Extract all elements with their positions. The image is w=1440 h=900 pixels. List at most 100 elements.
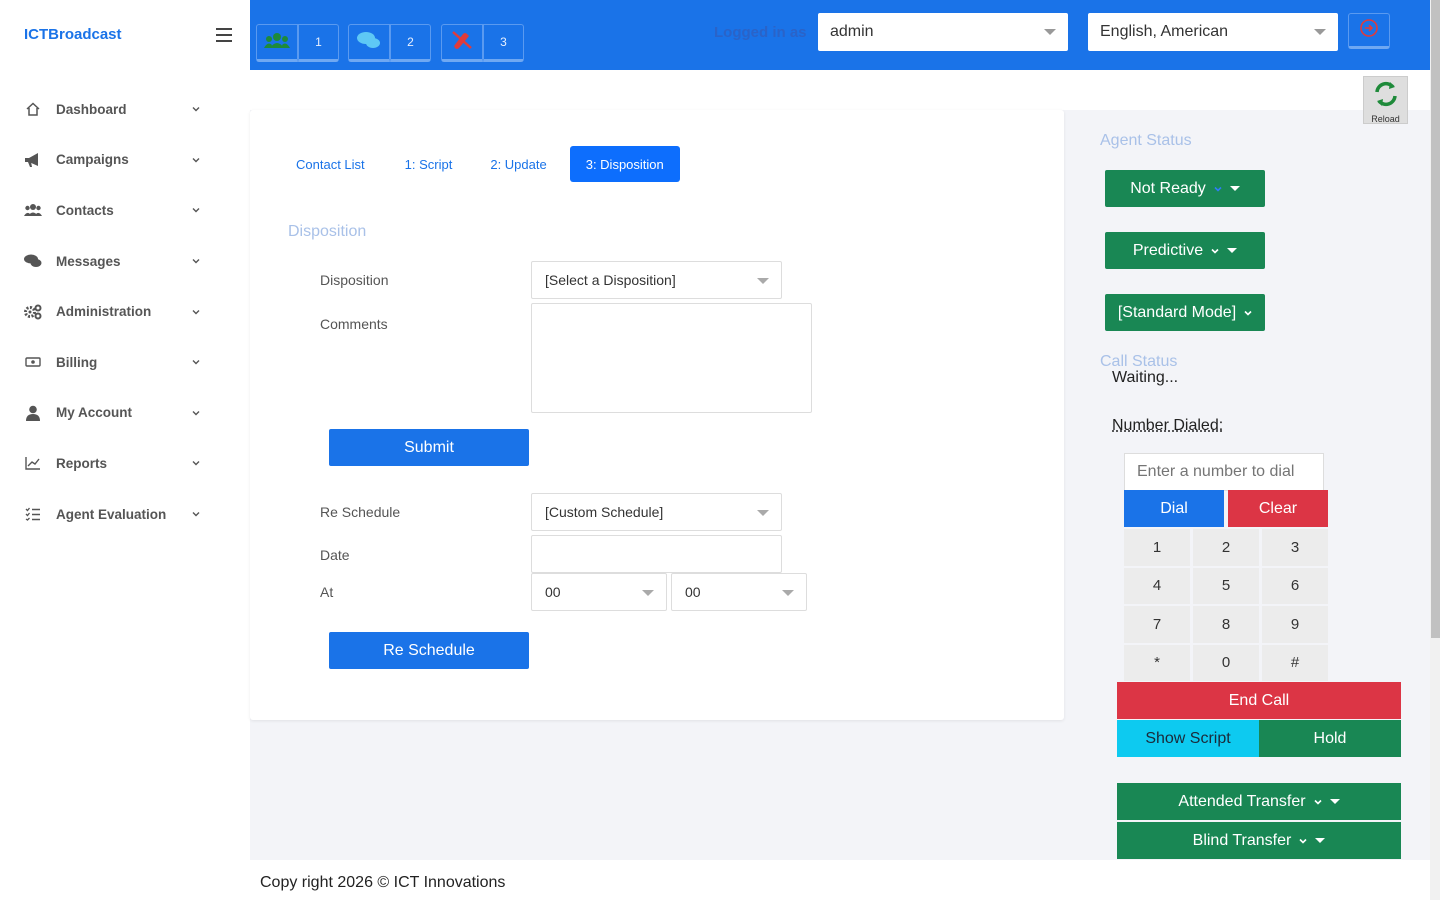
keypad-key-star[interactable]: *: [1124, 644, 1190, 681]
reschedule-select[interactable]: [Custom Schedule]: [531, 493, 782, 531]
agents-count[interactable]: 1: [298, 24, 339, 62]
mode-label: [Standard Mode]: [1117, 303, 1237, 321]
reschedule-button[interactable]: Re Schedule: [329, 632, 529, 669]
caret-down-icon: [1044, 29, 1056, 35]
menu-toggle-icon[interactable]: [216, 28, 232, 42]
section-title: Disposition: [288, 223, 367, 240]
logged-in-label: Logged in as: [714, 24, 807, 41]
user-icon: [24, 404, 42, 422]
chevron-down-icon: [192, 259, 200, 264]
sidebar-item-label: My Account: [56, 405, 133, 421]
sidebar-item-label: Dashboard: [56, 101, 127, 117]
messages-button[interactable]: [348, 24, 390, 62]
logout-button[interactable]: [1348, 13, 1390, 49]
blind-transfer-label: Blind Transfer: [1192, 831, 1292, 849]
agents-counter-group[interactable]: 1: [256, 24, 339, 62]
language-select[interactable]: English, American: [1088, 13, 1338, 51]
calls-counter-group[interactable]: 3: [441, 24, 524, 62]
sign-out-icon: [1359, 18, 1379, 43]
brand-logo[interactable]: ICTBroadcast: [24, 26, 122, 43]
sidebar-item-administration[interactable]: Administration: [0, 286, 250, 337]
sidebar-item-billing[interactable]: Billing: [0, 337, 250, 388]
not-ready-dropdown[interactable]: Not Ready: [1105, 170, 1265, 207]
keypad-key-6[interactable]: 6: [1262, 567, 1328, 604]
keypad-key-0[interactable]: 0: [1193, 644, 1259, 681]
predictive-label: Predictive: [1132, 241, 1204, 259]
clear-button[interactable]: Clear: [1228, 490, 1328, 527]
bullhorn-icon: [24, 151, 42, 169]
tab-update[interactable]: 2: Update: [474, 146, 562, 182]
chevron-down-icon: [1314, 799, 1322, 805]
at-label: At: [320, 584, 334, 600]
money-icon: [24, 353, 42, 371]
comments-textarea[interactable]: [531, 303, 812, 413]
sidebar-item-label: Administration: [56, 304, 152, 320]
chevron-down-icon: [1244, 310, 1252, 316]
hour-select[interactable]: 00: [531, 573, 667, 611]
predictive-dropdown[interactable]: Predictive: [1105, 232, 1265, 269]
chevron-down-icon: [192, 157, 200, 163]
chevron-down-icon: [192, 107, 200, 112]
reload-button[interactable]: Reload: [1363, 76, 1408, 124]
dial-keypad: 1 2 3 4 5 6 7 8 9 * 0 #: [1124, 529, 1328, 681]
sidebar-item-agent-evaluation[interactable]: Agent Evaluation: [0, 489, 250, 540]
attended-transfer-dropdown[interactable]: Attended Transfer: [1117, 783, 1401, 820]
chevron-down-icon: [1211, 248, 1219, 254]
minute-select[interactable]: 00: [671, 573, 807, 611]
sidebar-item-label: Reports: [56, 455, 108, 471]
keypad-key-8[interactable]: 8: [1193, 606, 1259, 643]
reload-label: Reload: [1371, 114, 1400, 124]
tab-contact-list[interactable]: Contact List: [280, 146, 381, 182]
user-select[interactable]: admin: [818, 13, 1068, 51]
dial-number-input[interactable]: [1124, 453, 1324, 491]
tab-disposition[interactable]: 3: Disposition: [569, 146, 680, 182]
keypad-key-2[interactable]: 2: [1193, 529, 1259, 566]
sidebar-item-label: Billing: [56, 354, 98, 370]
minute-select-value: 00: [685, 584, 701, 600]
caret-down-icon: [1315, 838, 1326, 843]
keypad-key-3[interactable]: 3: [1262, 529, 1328, 566]
keypad-key-4[interactable]: 4: [1124, 567, 1190, 604]
keypad-key-5[interactable]: 5: [1193, 567, 1259, 604]
messages-count[interactable]: 2: [390, 24, 431, 62]
scrollbar-thumb[interactable]: [1431, 0, 1440, 638]
date-input[interactable]: [531, 535, 782, 573]
keypad-key-hash[interactable]: #: [1262, 644, 1328, 681]
submit-button[interactable]: Submit: [329, 429, 529, 466]
messages-counter-group[interactable]: 2: [348, 24, 431, 62]
calls-count[interactable]: 3: [483, 24, 524, 62]
keypad-key-9[interactable]: 9: [1262, 606, 1328, 643]
show-script-button[interactable]: Show Script: [1117, 720, 1259, 757]
user-select-value: admin: [830, 23, 874, 40]
reschedule-label: Re Schedule: [320, 504, 401, 520]
calls-button[interactable]: [441, 24, 483, 62]
sidebar-item-my-account[interactable]: My Account: [0, 388, 250, 439]
mode-dropdown[interactable]: [Standard Mode]: [1105, 294, 1265, 331]
dial-button[interactable]: Dial: [1124, 490, 1224, 527]
sidebar-item-messages[interactable]: Messages: [0, 236, 250, 287]
agents-button[interactable]: [256, 24, 298, 62]
checklist-icon: [24, 505, 42, 523]
sidebar-item-campaigns[interactable]: Campaigns: [0, 135, 250, 186]
sidebar-item-label: Agent Evaluation: [56, 506, 167, 522]
end-call-button[interactable]: End Call: [1117, 682, 1401, 719]
not-ready-label: Not Ready: [1130, 179, 1206, 197]
sidebar-item-reports[interactable]: Reports: [0, 438, 250, 489]
blind-transfer-dropdown[interactable]: Blind Transfer: [1117, 822, 1401, 859]
sidebar-item-label: Campaigns: [56, 152, 129, 168]
disposition-select[interactable]: [Select a Disposition]: [531, 261, 782, 299]
tab-script[interactable]: 1: Script: [389, 146, 469, 182]
call-status-value: Waiting...: [1112, 369, 1179, 386]
chevron-down-icon: [192, 208, 200, 213]
sidebar-item-dashboard[interactable]: Dashboard: [0, 84, 250, 135]
hold-button[interactable]: Hold: [1259, 720, 1401, 757]
disposition-label: Disposition: [320, 272, 389, 288]
sidebar-item-contacts[interactable]: Contacts: [0, 185, 250, 236]
keypad-key-1[interactable]: 1: [1124, 529, 1190, 566]
chevron-down-icon: [192, 360, 200, 365]
keypad-key-7[interactable]: 7: [1124, 606, 1190, 643]
caret-down-icon: [1329, 799, 1340, 804]
refresh-icon: [1371, 79, 1401, 114]
reschedule-select-value: [Custom Schedule]: [545, 504, 664, 520]
agents-icon: [264, 31, 290, 54]
